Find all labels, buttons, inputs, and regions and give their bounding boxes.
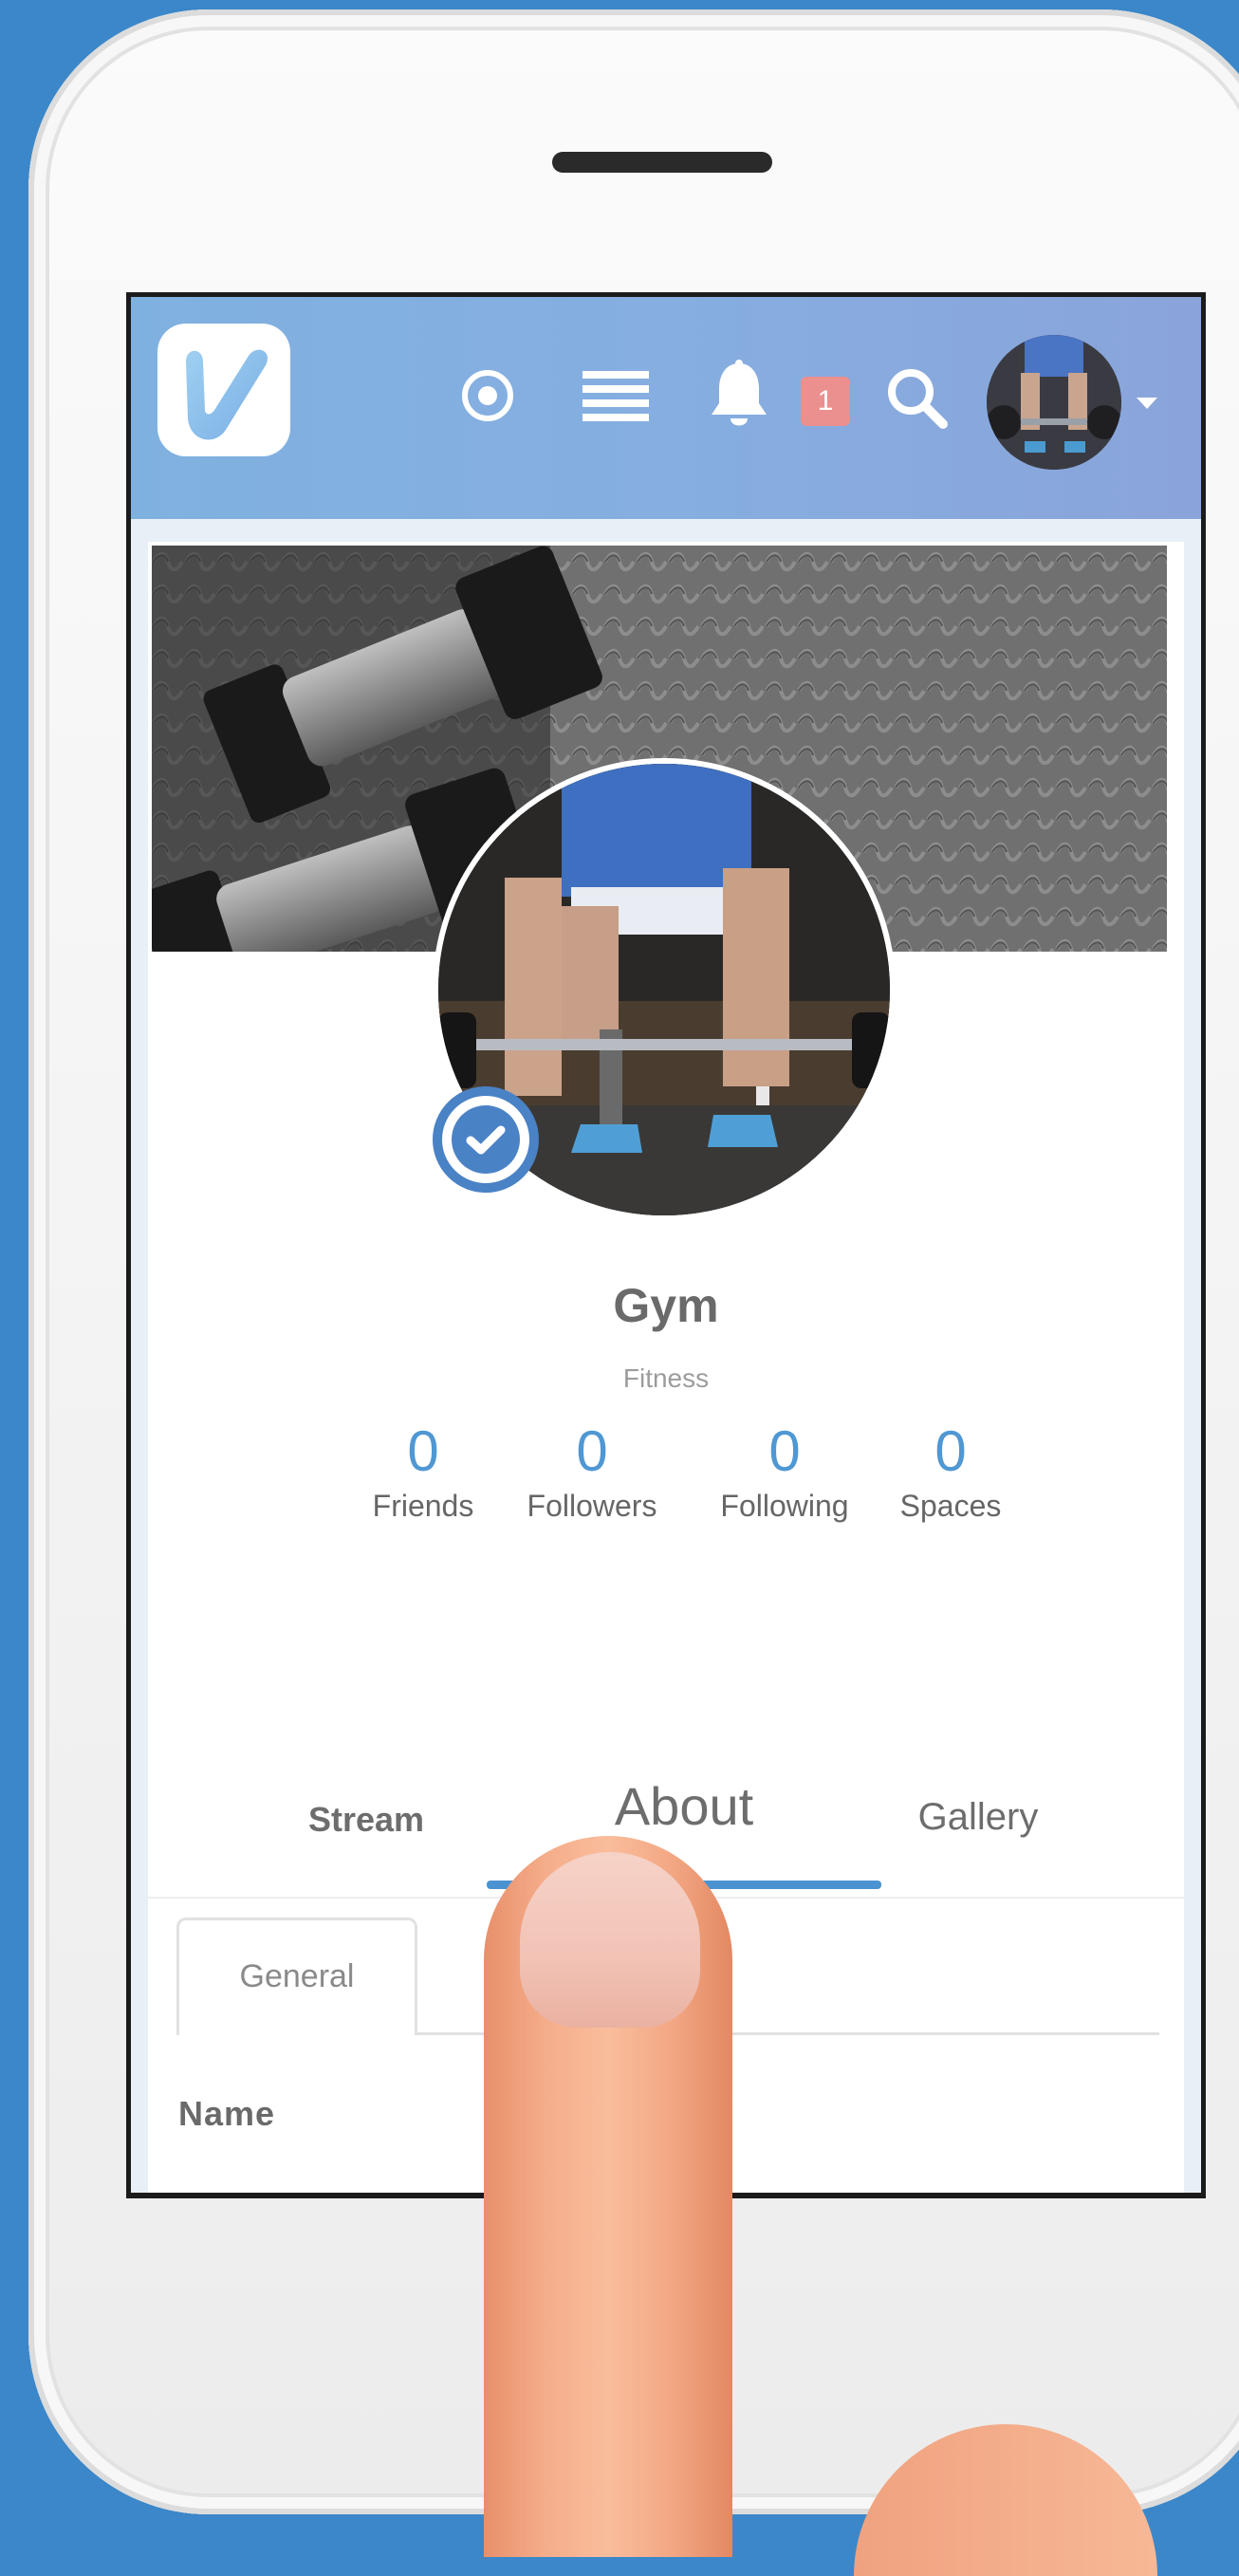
avatar[interactable] xyxy=(987,335,1121,470)
profile-category: Fitness xyxy=(622,1363,710,1393)
verified-badge-icon xyxy=(433,1086,539,1193)
stat-spaces[interactable]: 0 Spaces xyxy=(865,1420,1036,1524)
field-label-name: Name xyxy=(178,2094,276,2133)
search-icon[interactable] xyxy=(886,367,949,435)
stat-label: Spaces xyxy=(899,1489,1002,1523)
stat-value: 0 xyxy=(407,1419,439,1483)
tab-about[interactable]: About xyxy=(542,1775,826,1837)
bell-icon[interactable] xyxy=(708,360,770,435)
stat-friends[interactable]: 0 Friends xyxy=(338,1420,509,1524)
tab-stream[interactable]: Stream xyxy=(271,1800,461,1840)
stat-following[interactable]: 0 Following xyxy=(699,1420,870,1524)
top-navigation-bar: 1 xyxy=(131,297,1201,519)
profile-name: Gym xyxy=(613,1279,719,1332)
tab-gallery[interactable]: Gallery xyxy=(864,1796,1092,1839)
activity-icon[interactable] xyxy=(459,367,516,429)
phone-speaker xyxy=(552,152,772,173)
stat-value: 0 xyxy=(934,1419,967,1483)
notification-badge: 1 xyxy=(801,377,850,426)
stat-label: Followers xyxy=(527,1489,657,1523)
stat-followers[interactable]: 0 Followers xyxy=(507,1420,677,1524)
caret-down-icon[interactable] xyxy=(1137,398,1157,409)
fingernail-overlay xyxy=(520,1852,700,2028)
stat-value: 0 xyxy=(768,1419,801,1483)
logo-icon[interactable] xyxy=(157,324,290,456)
stat-label: Friends xyxy=(372,1489,474,1523)
subtab-general[interactable]: General xyxy=(176,1918,417,2035)
stat-label: Following xyxy=(720,1489,849,1523)
stat-value: 0 xyxy=(576,1419,608,1483)
menu-icon[interactable] xyxy=(583,369,649,429)
